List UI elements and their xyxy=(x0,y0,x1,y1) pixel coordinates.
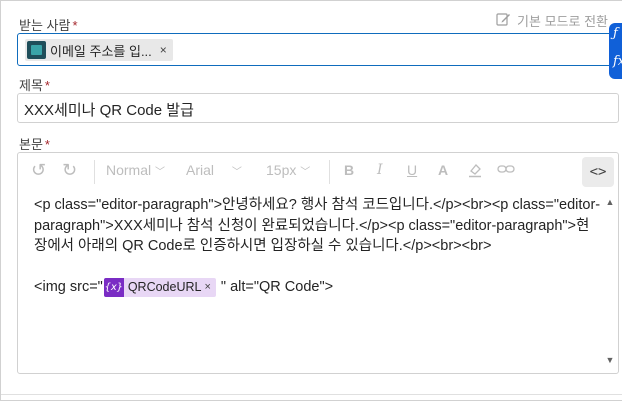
body-label: 본문 * xyxy=(19,134,50,153)
chevron-down-icon: ﹀ xyxy=(231,167,242,178)
recipient-chip[interactable]: 이메일 주소를 입... × xyxy=(25,39,173,61)
required-mark: * xyxy=(72,18,78,33)
compose-panel: 받는 사람* 기본 모드로 전환 이메일 주소를 입... × ƒ fx 제목*… xyxy=(0,0,622,401)
font-select-value: Arial xyxy=(186,162,215,178)
scroll-up-icon[interactable]: ▲ xyxy=(604,197,616,207)
style-select-value: Normal xyxy=(106,162,152,178)
subject-value: XXX세미나 QR Code 발급 xyxy=(24,102,194,119)
edit-mode-icon xyxy=(496,12,511,29)
italic-button[interactable]: I xyxy=(377,162,383,178)
to-input[interactable]: 이메일 주소를 입... × xyxy=(17,33,622,66)
dynamic-content-icon xyxy=(27,41,46,59)
dynamic-content-panel-tab[interactable]: ƒ fx xyxy=(609,23,622,79)
code-view-button[interactable]: <> xyxy=(582,157,614,187)
editor-content[interactable]: <p class="editor-paragraph">안녕하세요? 행사 참석… xyxy=(34,195,602,298)
html-source-text: <p class="editor-paragraph">안녕하세요? 행사 참석… xyxy=(34,197,601,254)
body-editor[interactable]: ↺ ↻ Normal ﹀ Arial ﹀ 15px ﹀ B I U A <> <… xyxy=(17,152,619,374)
remove-token-button[interactable]: × xyxy=(204,277,210,298)
font-select[interactable]: Arial ﹀ xyxy=(186,162,242,178)
redo-icon[interactable]: ↻ xyxy=(62,160,77,181)
chevron-down-icon: ﹀ xyxy=(300,167,311,178)
scroll-down-icon[interactable]: ▼ xyxy=(604,355,616,365)
undo-icon[interactable]: ↺ xyxy=(31,160,46,181)
subject-label: 제목 * xyxy=(19,75,50,94)
switch-basic-mode-link[interactable]: 기본 모드로 전환 xyxy=(496,11,608,30)
size-select-value: 15px xyxy=(266,162,297,178)
chevron-down-icon: ﹀ xyxy=(155,167,166,178)
variable-token[interactable]: {x} QRCodeURL × xyxy=(103,277,216,298)
style-select[interactable]: Normal ﹀ xyxy=(106,162,165,178)
size-select[interactable]: 15px ﹀ xyxy=(266,162,310,178)
lightning-icon: ƒ xyxy=(613,26,618,41)
recipient-chip-text: 이메일 주소를 입... xyxy=(50,43,152,59)
img-suffix-text: " alt="QR Code"> xyxy=(220,279,334,295)
bottom-divider xyxy=(1,394,622,395)
to-label-text: 받는 사람 xyxy=(19,18,71,33)
to-label: 받는 사람 * xyxy=(19,15,78,34)
variable-token-label: QRCodeURL xyxy=(127,279,202,294)
underline-button[interactable]: U xyxy=(407,162,417,178)
toolbar-divider xyxy=(94,160,95,184)
variable-icon: {x} xyxy=(103,277,124,297)
subject-label-text: 제목 xyxy=(19,78,43,93)
img-prefix-text: <img src=" xyxy=(34,279,103,295)
required-mark: * xyxy=(44,137,50,152)
bold-button[interactable]: B xyxy=(344,162,354,178)
link-icon[interactable] xyxy=(497,162,515,179)
img-source-line: <img src=" {x} QRCodeURL × " alt="QR Code"> xyxy=(34,277,602,298)
toolbar-divider xyxy=(329,160,330,184)
fx-icon: fx xyxy=(613,54,622,69)
switch-basic-mode-text: 기본 모드로 전환 xyxy=(517,14,608,29)
body-label-text: 본문 xyxy=(19,137,43,152)
remove-recipient-button[interactable]: × xyxy=(160,43,167,57)
highlight-icon[interactable] xyxy=(467,162,483,181)
font-color-button[interactable]: A xyxy=(438,162,448,178)
subject-input[interactable]: XXX세미나 QR Code 발급 xyxy=(17,93,619,123)
editor-scrollbar[interactable]: ▲ ▼ xyxy=(604,195,616,367)
required-mark: * xyxy=(44,78,50,93)
editor-toolbar: ↺ ↻ Normal ﹀ Arial ﹀ 15px ﹀ B I U A <> xyxy=(18,153,618,191)
